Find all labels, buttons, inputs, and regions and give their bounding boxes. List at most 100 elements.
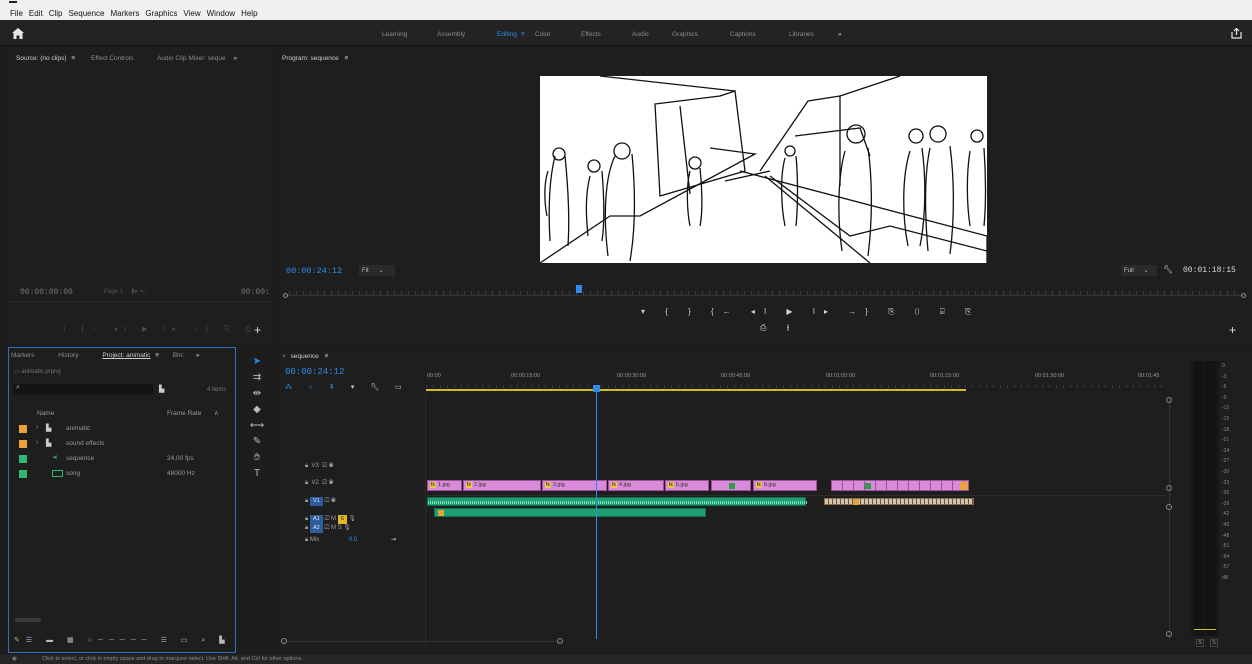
type-tool-icon[interactable]: T [244, 468, 270, 484]
expand-chevron-icon[interactable]: › [36, 439, 38, 446]
sequence-menu-icon[interactable]: ≡ [325, 353, 329, 360]
tab-project[interactable]: Project: animatic [102, 352, 150, 359]
quality-dropdown[interactable]: Full ⌄ [1121, 265, 1157, 276]
program-zoom-start-handle[interactable] [283, 293, 288, 298]
workspaces-more-icon[interactable]: » [838, 31, 842, 38]
timeline-toolbar[interactable]: ⁂ ∩ ⇞ ▾ 🔧︎ ▭ [285, 383, 409, 391]
lock-icon[interactable]: 🔒︎ [305, 498, 308, 504]
wrench-icon[interactable]: 🔧︎ [1163, 265, 1173, 274]
workspace-tab-captions[interactable]: Captions [730, 31, 789, 38]
track-label[interactable]: A2 [309, 524, 323, 533]
column-name[interactable]: Name [37, 410, 54, 417]
solo-button[interactable]: S [338, 525, 342, 531]
video-clip-group[interactable] [831, 480, 969, 491]
program-add-button-icon[interactable]: + [1229, 323, 1236, 337]
menu-markers[interactable]: Markers [111, 9, 140, 18]
workspace-tab-color[interactable]: Color [535, 31, 581, 38]
scroll-handle[interactable] [557, 638, 563, 644]
video-clip[interactable]: fx 8.jpg [753, 480, 817, 491]
sort-ascending-icon[interactable]: ∧ [214, 409, 219, 417]
hamburger-icon[interactable]: ≡ [521, 31, 535, 38]
eye-icon[interactable]: ◉ [331, 498, 336, 504]
eye-icon[interactable]: ◉ [329, 480, 334, 486]
workspace-tab-learning[interactable]: Learning [382, 31, 437, 38]
sync-icon[interactable]: ⎚ [325, 516, 330, 522]
project-scrollbar[interactable] [15, 618, 41, 622]
microphone-icon[interactable]: 🎙︎ [348, 516, 356, 522]
track-header-v2[interactable]: 🔒︎ V2 ⎚ ◉ [305, 480, 333, 487]
track-header-a1[interactable]: 🔒︎ A1 ⎚ M S 🎙︎ [305, 515, 356, 524]
video-clip[interactable]: fx 3.jpg [542, 480, 607, 491]
workspace-tab-editing[interactable]: Editing [497, 31, 521, 38]
mute-button[interactable]: M [331, 516, 336, 522]
solo-right-button[interactable]: S [1210, 639, 1218, 647]
track-label[interactable]: A1 [309, 515, 323, 524]
timeline-timecode[interactable]: 00:00:24:12 [285, 367, 344, 377]
insert-icon[interactable]: ▮▸ ⇤ [131, 287, 146, 295]
list-item[interactable]: › ▙ sound effects [9, 438, 235, 453]
solo-button[interactable]: S [337, 515, 347, 524]
video-clip[interactable] [711, 480, 751, 491]
close-icon[interactable]: × [282, 353, 286, 360]
lock-icon[interactable]: 🔒︎ [305, 463, 308, 469]
project-bottom-toolbar[interactable]: ✎☰ ▬ ▦ ○───── ☰ ▭ ⌕ ▙ [14, 636, 231, 645]
ripple-edit-tool-icon[interactable]: ⇹ [244, 388, 270, 404]
scroll-handle[interactable] [281, 638, 287, 644]
timeline-playhead[interactable] [596, 387, 597, 639]
video-clip[interactable]: fx 1.jpg [427, 480, 462, 491]
razor-tool-icon[interactable]: ◆ [244, 404, 270, 420]
export-frame-icon[interactable]: ⎙ ⫲ [760, 323, 798, 333]
tab-sequence[interactable]: sequence [291, 353, 319, 360]
scroll-handle[interactable] [1166, 631, 1172, 637]
eye-icon[interactable]: ◉ [329, 463, 334, 469]
expand-chevron-icon[interactable]: › [36, 424, 38, 431]
timeline-playhead-handle[interactable] [593, 385, 600, 392]
pen-tool-icon[interactable]: ✎ [244, 436, 270, 452]
menu-clip[interactable]: Clip [49, 9, 63, 18]
tab-history[interactable]: History [58, 352, 78, 359]
bin-folder-icon[interactable]: ▙ [159, 385, 164, 393]
microphone-icon[interactable]: 🎙︎ [343, 525, 351, 531]
menu-file[interactable]: File [10, 9, 23, 18]
track-select-tool-icon[interactable]: ⇉ [244, 372, 270, 388]
column-frame-rate[interactable]: Frame Rate [167, 410, 201, 417]
workspace-tab-libraries[interactable]: Libraries [789, 31, 838, 38]
fit-dropdown[interactable]: Fit ⌄ [359, 265, 395, 276]
lock-icon[interactable]: 🔒︎ [305, 480, 308, 486]
menu-view[interactable]: View [183, 9, 200, 18]
lock-icon[interactable]: 🔒︎ [305, 537, 308, 543]
lock-icon[interactable]: 🔒︎ [305, 525, 308, 531]
video-clip[interactable]: fx 4.jpg [608, 480, 664, 491]
workspace-tab-graphics[interactable]: Graphics [672, 31, 730, 38]
program-zoom-end-handle[interactable] [1241, 293, 1246, 298]
timeline-ruler[interactable]: 00:00 00:00:15:00 00:00:30:00 00:00:45:0… [426, 369, 1166, 393]
timeline-vertical-scrollbar[interactable] [1169, 399, 1170, 639]
work-area-bar[interactable] [426, 389, 966, 391]
scroll-handle[interactable] [1166, 504, 1172, 510]
program-playhead[interactable] [576, 285, 582, 293]
tab-audio-clip-mixer[interactable]: Audio Clip Mixer: seque [157, 55, 226, 62]
track-header-v1[interactable]: 🔒︎ V1 ⎚ ◉ [305, 497, 336, 506]
workspace-tab-assembly[interactable]: Assembly [437, 31, 497, 38]
sync-icon[interactable]: ⎚ [325, 498, 330, 504]
selection-tool-icon[interactable]: ➤ [244, 356, 270, 372]
program-timecode[interactable]: 00:00:24:12 [286, 266, 342, 276]
source-more-icon[interactable]: » [233, 55, 237, 62]
program-zoom-track[interactable] [284, 295, 1247, 296]
sync-icon[interactable]: ⎚ [322, 463, 327, 469]
menu-edit[interactable]: Edit [29, 9, 43, 18]
menu-sequence[interactable]: Sequence [68, 9, 104, 18]
menu-window[interactable]: Window [207, 9, 235, 18]
audio-clip-a1-sfx[interactable] [824, 498, 974, 505]
track-header-a2[interactable]: 🔒︎ A2 ⎚ M S 🎙︎ [305, 524, 351, 533]
project-more-icon[interactable]: » [196, 352, 200, 359]
project-search-input[interactable]: ⌕ [13, 384, 153, 395]
tab-bin[interactable]: Bin: [173, 352, 184, 359]
workspace-tab-audio[interactable]: Audio [632, 31, 672, 38]
video-clip[interactable]: fx 5.jpg [665, 480, 709, 491]
tab-program[interactable]: Program: sequence [282, 55, 339, 62]
project-menu-icon[interactable]: ≡ [155, 352, 159, 359]
scroll-handle[interactable] [1166, 397, 1172, 403]
mute-button[interactable]: M [331, 525, 336, 531]
menu-graphics[interactable]: Graphics [145, 9, 177, 18]
